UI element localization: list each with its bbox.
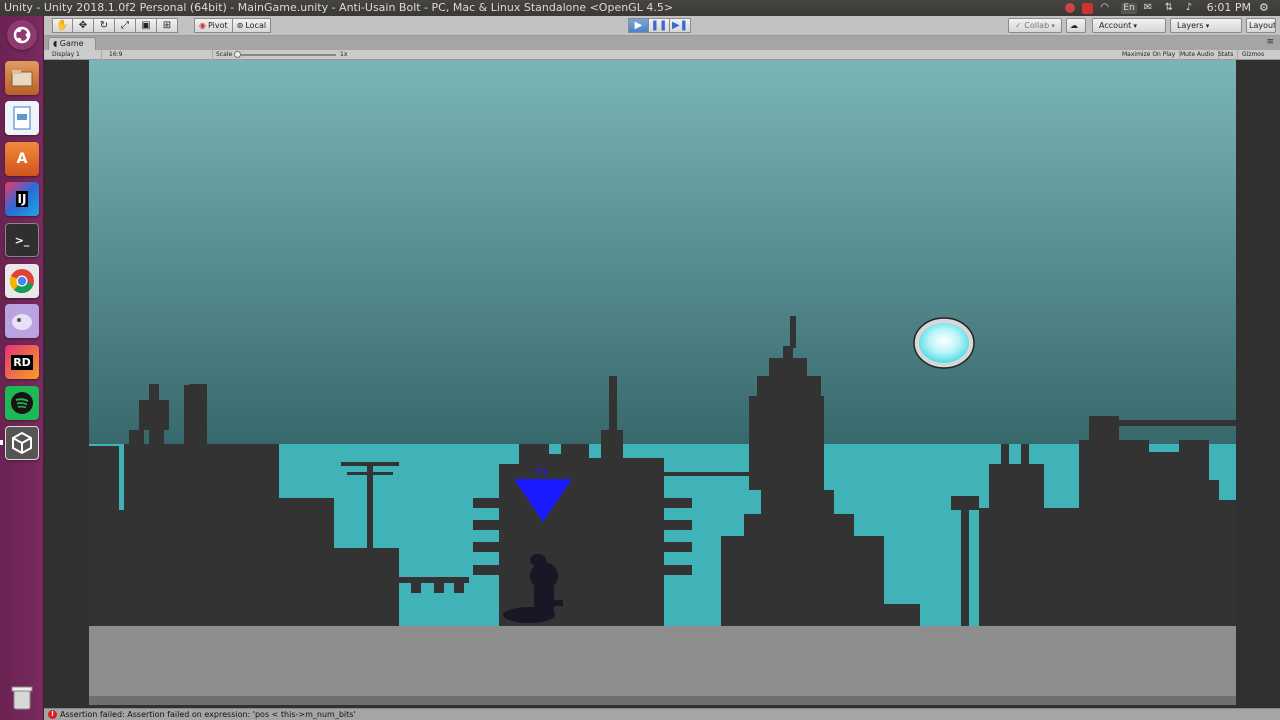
- transform-tools: ✋ ✥ ↻ ⤢ ▣ ⊞: [52, 18, 178, 33]
- game-canvas[interactable]: P1: [89, 60, 1236, 705]
- player-tag: P1: [536, 467, 548, 478]
- collab-dropdown[interactable]: ✓ Collab: [1008, 18, 1062, 33]
- screen: Unity - Unity 2018.1.0f2 Personal (64bit…: [0, 0, 1280, 720]
- pivot-toggles: ◉ Pivot ⊛ Local: [194, 18, 272, 33]
- scale-value: 1x: [340, 51, 348, 58]
- software-center-label: A: [16, 151, 28, 167]
- ubuntu-launcher: A IJ >_ RD: [0, 16, 44, 720]
- maximize-on-play-toggle[interactable]: Maximize On Play: [1118, 50, 1181, 60]
- game-tab-bar: ◖ Game ≡: [44, 36, 1280, 50]
- aspect-dropdown[interactable]: 16:9: [105, 50, 213, 60]
- cloud-icon: ☁: [1070, 21, 1078, 30]
- console-message: Assertion failed: Assertion failed on ex…: [60, 710, 356, 719]
- account-dropdown[interactable]: Account: [1092, 18, 1166, 33]
- layers-dropdown[interactable]: Layers: [1170, 18, 1242, 33]
- system-tray: ◠ En ✉ ⇅ ♪ 6:01 PM ⚙: [1065, 0, 1280, 16]
- maximize-label: Maximize On Play: [1122, 51, 1176, 58]
- intellij-icon[interactable]: IJ: [5, 182, 39, 216]
- game-tab-label: Game: [59, 39, 84, 48]
- transform-tool-icon[interactable]: ⊞: [157, 18, 178, 33]
- collab-check-icon: ✓: [1015, 21, 1022, 30]
- tab-game[interactable]: ◖ Game: [48, 37, 96, 50]
- pause-button[interactable]: ❚❚: [649, 18, 670, 33]
- clock[interactable]: 6:01 PM: [1207, 0, 1251, 16]
- chat-bird-icon[interactable]: [5, 304, 39, 338]
- file-manager-icon[interactable]: [5, 61, 39, 95]
- hand-tool-icon[interactable]: ✋: [52, 18, 73, 33]
- terminal-label: >_: [14, 233, 30, 247]
- game-tab-icon: ◖: [53, 39, 60, 48]
- game-view-panel: P1: [44, 60, 1280, 708]
- rotate-tool-icon[interactable]: ↻: [94, 18, 115, 33]
- app-indicator-icon[interactable]: [1082, 2, 1094, 14]
- scale-slider[interactable]: [234, 51, 336, 58]
- unity-toolbar: ✋ ✥ ↻ ⤢ ▣ ⊞ ◉ Pivot ⊛ Local ▶ ❚❚ ▶❚ ✓ Coll…: [44, 16, 1280, 36]
- stats-label: Stats: [1218, 51, 1234, 58]
- ground-edge: [89, 696, 1236, 705]
- play-button[interactable]: ▶: [628, 18, 649, 33]
- display-label: Display 1: [52, 51, 80, 58]
- pivot-button[interactable]: ◉ Pivot: [194, 18, 233, 33]
- step-button[interactable]: ▶❚: [670, 18, 691, 33]
- stats-toggle[interactable]: Stats: [1214, 50, 1239, 60]
- floating-orb-icon: [913, 317, 975, 369]
- layout-label: Layout: [1249, 21, 1276, 30]
- cloud-button[interactable]: ☁: [1066, 18, 1086, 33]
- window-title: Unity - Unity 2018.1.0f2 Personal (64bit…: [4, 1, 674, 14]
- active-indicator: [0, 440, 3, 445]
- playback-controls: ▶ ❚❚ ▶❚: [628, 18, 691, 33]
- unity-icon[interactable]: [5, 426, 39, 460]
- error-icon: !: [48, 710, 57, 719]
- mute-audio-toggle[interactable]: Mute Audio: [1176, 50, 1219, 60]
- gizmos-dropdown[interactable]: Gizmos: [1238, 50, 1268, 60]
- terminal-icon[interactable]: >_: [5, 223, 39, 257]
- tab-menu-icon[interactable]: ≡: [1266, 37, 1274, 47]
- keyboard-lang-indicator[interactable]: En: [1121, 2, 1137, 14]
- rider-label: RD: [11, 354, 33, 370]
- settings-icon[interactable]: ⚙: [1259, 2, 1273, 14]
- intellij-label: IJ: [15, 191, 29, 207]
- mail-icon[interactable]: ✉: [1144, 2, 1158, 14]
- chrome-icon[interactable]: [5, 264, 39, 298]
- scale-label: Scale: [216, 51, 233, 58]
- volume-icon[interactable]: ♪: [1186, 2, 1200, 14]
- pivot-label: Pivot: [207, 21, 228, 30]
- software-center-icon[interactable]: A: [5, 142, 39, 176]
- move-tool-icon[interactable]: ✥: [73, 18, 94, 33]
- local-label: Local: [245, 21, 267, 30]
- rider-icon[interactable]: RD: [5, 345, 39, 379]
- document-icon[interactable]: [5, 101, 39, 135]
- network-icon[interactable]: ⇅: [1165, 2, 1179, 14]
- local-icon: ⊛: [236, 21, 244, 30]
- ground: [89, 626, 1236, 696]
- scale-slider-handle[interactable]: [234, 51, 241, 58]
- pivot-icon: ◉: [199, 21, 206, 30]
- rect-tool-icon[interactable]: ▣: [136, 18, 157, 33]
- trash-icon[interactable]: [5, 680, 39, 714]
- collab-label: Collab: [1024, 21, 1050, 30]
- sky: [89, 60, 1236, 450]
- game-view-toolbar: Display 1 16:9 Scale 1x Maximize On Play…: [44, 50, 1280, 60]
- local-button[interactable]: ⊛ Local: [232, 18, 272, 33]
- layout-dropdown[interactable]: Layout: [1246, 18, 1276, 33]
- layers-label: Layers: [1177, 21, 1204, 30]
- display-dropdown[interactable]: Display 1: [48, 50, 102, 60]
- scale-tool-icon[interactable]: ⤢: [115, 18, 136, 33]
- console-status-bar[interactable]: ! Assertion failed: Assertion failed on …: [44, 708, 1280, 720]
- ubuntu-logo-icon[interactable]: [7, 20, 37, 50]
- mute-label: Mute Audio: [1180, 51, 1214, 58]
- account-label: Account: [1099, 21, 1132, 30]
- system-top-bar: Unity - Unity 2018.1.0f2 Personal (64bit…: [0, 0, 1280, 16]
- aspect-label: 16:9: [109, 51, 123, 58]
- gizmos-label: Gizmos: [1242, 51, 1265, 58]
- spotify-icon[interactable]: [5, 386, 39, 420]
- record-icon[interactable]: [1065, 3, 1076, 13]
- wifi-icon[interactable]: ◠: [1100, 2, 1114, 14]
